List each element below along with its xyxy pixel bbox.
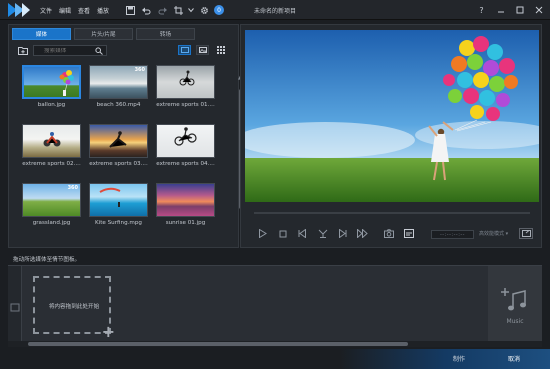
- menu-play[interactable]: 播放: [97, 6, 109, 15]
- undock-preview-icon[interactable]: [519, 228, 533, 239]
- media-grid: ballon.jpg 360 beach 360.mp4 extreme spo…: [22, 65, 228, 229]
- grassland-thumbnail-icon: 360: [22, 183, 81, 217]
- skate-sunset-thumbnail-icon: [89, 124, 148, 158]
- next-frame-icon[interactable]: [337, 228, 348, 239]
- media-item[interactable]: 360 beach 360.mp4: [89, 65, 148, 111]
- window-controls: ?: [476, 4, 544, 16]
- media-item-name: extreme sports 04....: [156, 161, 215, 167]
- settings-gear-icon[interactable]: [198, 4, 210, 16]
- media-item-name: grassland.jpg: [32, 220, 71, 226]
- camera-snapshot-icon[interactable]: [383, 228, 394, 239]
- menu-view[interactable]: 查看: [78, 6, 90, 15]
- search-input[interactable]: [44, 47, 100, 54]
- media-item[interactable]: ballon.jpg: [22, 65, 81, 111]
- storyboard-timeline: 将内容拖到此处开始 + Music: [8, 265, 542, 347]
- help-button[interactable]: ?: [476, 4, 487, 16]
- balloon-thumbnail-icon: [22, 65, 81, 99]
- media-item[interactable]: 360 grassland.jpg: [22, 183, 81, 229]
- title-bar: 文件 编辑 查看 播放 0 未命名的新项目 ?: [0, 0, 550, 20]
- app-logo-icon: [8, 3, 30, 17]
- redo-icon[interactable]: [156, 4, 168, 16]
- media-item[interactable]: extreme sports 02....: [22, 124, 81, 170]
- video-track-icon: [10, 303, 20, 312]
- footer-bar: 制作 取消: [0, 349, 550, 369]
- cancel-button[interactable]: 取消: [508, 354, 520, 363]
- bike-jump-thumbnail-icon: [156, 124, 215, 158]
- motocross-thumbnail-icon: [22, 124, 81, 158]
- close-icon[interactable]: [533, 4, 544, 16]
- media-item-name: ballon.jpg: [37, 102, 66, 108]
- save-icon[interactable]: [124, 4, 136, 16]
- media-item[interactable]: extreme sports 03....: [89, 124, 148, 170]
- import-media-icon[interactable]: [17, 45, 29, 56]
- balloon-preview-image: [245, 30, 539, 202]
- previous-frame-icon[interactable]: [297, 228, 308, 239]
- search-icon[interactable]: [95, 47, 103, 55]
- timecode-display: --:--:--:--: [431, 230, 474, 239]
- add-clip-plus-icon[interactable]: +: [102, 324, 115, 340]
- timeline-scrollbar[interactable]: [8, 341, 542, 347]
- media-item[interactable]: Kite Surfing.mpg: [89, 183, 148, 229]
- stop-icon[interactable]: [277, 228, 288, 239]
- view-mode-buttons: [178, 45, 227, 55]
- crop-icon[interactable]: [172, 4, 184, 16]
- drop-zone-text: 将内容拖到此处开始: [48, 304, 100, 310]
- beach-thumbnail-icon: 360: [89, 65, 148, 99]
- minimize-icon[interactable]: [495, 4, 506, 16]
- timeline-scroll-thumb[interactable]: [28, 342, 408, 346]
- media-item-name: beach 360.mp4: [96, 102, 141, 108]
- maximize-icon[interactable]: [514, 4, 525, 16]
- tab-intro-outro[interactable]: 片头/片尾: [74, 28, 133, 40]
- kitesurf-thumbnail-icon: [89, 183, 148, 217]
- quick-toolbar: 0: [124, 4, 224, 16]
- preview-panel: --:--:--:-- 高效能模式 ▾: [240, 24, 542, 248]
- media-item-name: sunrise 01.jpg: [165, 220, 206, 226]
- media-item-name: Kite Surfing.mpg: [95, 220, 142, 226]
- tab-media[interactable]: 媒体: [12, 28, 71, 40]
- quality-label: 高效能模式: [479, 231, 505, 237]
- tab-transitions[interactable]: 转场: [136, 28, 195, 40]
- media-item[interactable]: extreme sports 01....: [156, 65, 215, 111]
- 360-badge: 360: [134, 67, 145, 73]
- timeline-hint: 拖动所选媒体至情节图板。: [13, 257, 81, 263]
- media-item-name: extreme sports 01....: [156, 102, 215, 108]
- notification-badge[interactable]: 0: [214, 5, 224, 15]
- media-item[interactable]: extreme sports 04....: [156, 124, 215, 170]
- play-icon[interactable]: [257, 228, 268, 239]
- chevron-down-icon[interactable]: [188, 4, 194, 16]
- clip-drop-zone[interactable]: 将内容拖到此处开始 +: [33, 276, 115, 340]
- track-header: [8, 266, 22, 347]
- grid-view-icon[interactable]: [214, 45, 227, 55]
- music-track-slot[interactable]: Music: [488, 266, 542, 347]
- quality-dropdown[interactable]: 高效能模式 ▾: [479, 230, 508, 237]
- menu-bar: 文件 编辑 查看 播放: [40, 6, 109, 15]
- preview-screen: [245, 30, 539, 202]
- media-item-name: extreme sports 02....: [22, 161, 81, 167]
- undo-icon[interactable]: [140, 4, 152, 16]
- video-filter-icon[interactable]: [178, 45, 191, 55]
- playback-controls: [257, 228, 414, 239]
- media-item[interactable]: sunrise 01.jpg: [156, 183, 215, 229]
- preview-scrubber[interactable]: [254, 212, 530, 214]
- bmx-thumbnail-icon: [156, 65, 215, 99]
- snapshot-split-icon[interactable]: [317, 228, 328, 239]
- music-label: Music: [506, 318, 524, 325]
- menu-file[interactable]: 文件: [40, 6, 52, 15]
- media-library-panel: 媒体 片头/片尾 转场 ballon.jpg: [8, 24, 243, 248]
- produce-button[interactable]: 制作: [453, 354, 465, 363]
- add-music-icon: [501, 288, 526, 311]
- search-box: [33, 45, 107, 56]
- image-filter-icon[interactable]: [196, 45, 209, 55]
- library-tabs: 媒体 片头/片尾 转场: [12, 28, 195, 40]
- fast-forward-icon[interactable]: [357, 228, 368, 239]
- 360-badge: 360: [67, 185, 78, 191]
- sunrise-thumbnail-icon: [156, 183, 215, 217]
- menu-edit[interactable]: 编辑: [59, 6, 71, 15]
- media-item-name: extreme sports 03....: [89, 161, 148, 167]
- subtitle-icon[interactable]: [403, 228, 414, 239]
